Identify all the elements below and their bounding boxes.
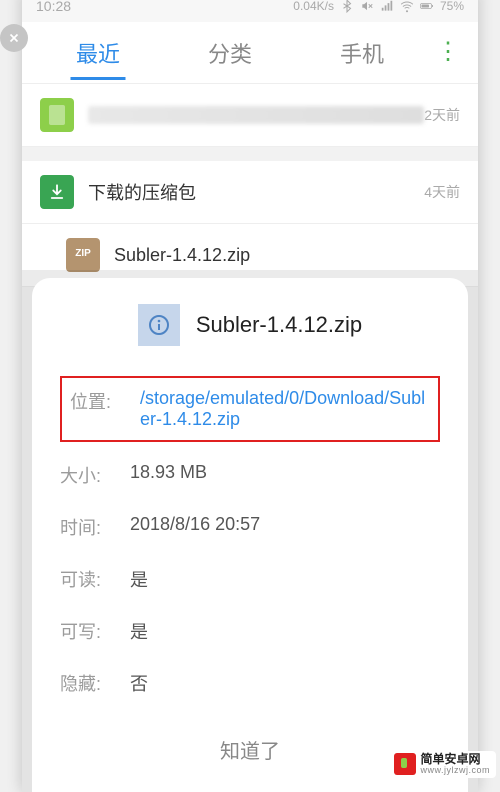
zip-file-icon: ZIP [66, 238, 100, 272]
section-gap [22, 147, 478, 161]
info-readable: 可读: 是 [60, 566, 440, 592]
list-item-blurred[interactable]: 2天前 [22, 84, 478, 147]
download-folder-icon [40, 175, 74, 209]
battery-icon [420, 0, 434, 13]
status-speed: 0.04K/s [293, 0, 334, 13]
size-label: 大小: [60, 462, 130, 488]
watermark: 简单安卓网 www.jylzwj.com [388, 751, 496, 778]
info-writable: 可写: 是 [60, 618, 440, 644]
info-time: 时间: 2018/8/16 20:57 [60, 514, 440, 540]
signal-icon [380, 0, 394, 13]
writable-label: 可写: [60, 618, 130, 644]
size-value: 18.93 MB [130, 462, 440, 488]
wifi-icon [400, 0, 414, 13]
folder-time: 4天前 [424, 182, 460, 202]
watermark-text: 简单安卓网 www.jylzwj.com [420, 753, 490, 776]
time-label: 时间: [60, 514, 130, 540]
info-size: 大小: 18.93 MB [60, 462, 440, 488]
location-value[interactable]: /storage/emulated/0/Download/Subler-1.4.… [140, 388, 430, 430]
status-time: 10:28 [36, 0, 71, 14]
overlay-close-icon[interactable] [0, 24, 28, 52]
mute-icon [360, 0, 374, 13]
list-item-folder[interactable]: 下载的压缩包 4天前 [22, 161, 478, 224]
tab-recent[interactable]: 最近 [32, 27, 164, 79]
readable-label: 可读: [60, 566, 130, 592]
sheet-title: Subler-1.4.12.zip [196, 312, 362, 338]
watermark-line2: www.jylzwj.com [420, 766, 490, 776]
info-location: 位置: /storage/emulated/0/Download/Subler-… [70, 388, 430, 430]
location-label: 位置: [70, 388, 140, 430]
row-time: 2天前 [424, 105, 460, 125]
status-right: 0.04K/s 75% [293, 0, 464, 13]
blurred-title [88, 106, 424, 124]
sheet-file-icon [138, 304, 180, 346]
watermark-icon [394, 753, 416, 775]
bluetooth-icon [340, 0, 354, 13]
hidden-label: 隐藏: [60, 670, 130, 696]
sheet-header: Subler-1.4.12.zip [60, 304, 440, 346]
folder-title: 下载的压缩包 [88, 179, 424, 205]
tab-bar: 最近 分类 手机 ⋮ [22, 22, 478, 84]
phone-screen: 10:28 0.04K/s 75% 最近 分类 手机 ⋮ 2天前 下载的压缩包 … [22, 0, 478, 792]
time-value: 2018/8/16 20:57 [130, 514, 440, 540]
zip-filename: Subler-1.4.12.zip [114, 245, 460, 266]
more-menu-icon[interactable]: ⋮ [428, 45, 468, 59]
readable-value: 是 [130, 566, 440, 592]
writable-value: 是 [130, 618, 440, 644]
tab-phone[interactable]: 手机 [296, 27, 428, 79]
highlight-box: 位置: /storage/emulated/0/Download/Subler-… [60, 376, 440, 442]
info-hidden: 隐藏: 否 [60, 670, 440, 696]
file-icon [40, 98, 74, 132]
hidden-value: 否 [130, 670, 440, 696]
details-sheet: Subler-1.4.12.zip 位置: /storage/emulated/… [32, 278, 468, 792]
tab-category[interactable]: 分类 [164, 27, 296, 79]
status-bar: 10:28 0.04K/s 75% [22, 0, 478, 22]
status-battery: 75% [440, 0, 464, 13]
